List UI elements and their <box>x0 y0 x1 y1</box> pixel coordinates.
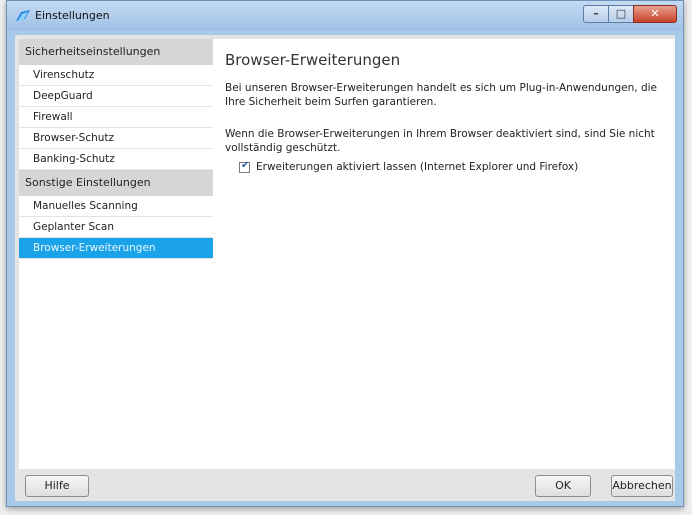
extensions-checkbox[interactable]: ✔ <box>239 160 250 173</box>
content-panel: Browser-Erweiterungen Bei unseren Browse… <box>213 39 675 469</box>
title-bar[interactable]: Einstellungen – □ ✕ <box>7 1 683 31</box>
window-title: Einstellungen <box>35 9 110 22</box>
sidebar-item-manuelles-scanning[interactable]: Manuelles Scanning <box>19 196 215 217</box>
sidebar-item-geplanter-scan[interactable]: Geplanter Scan <box>19 217 215 238</box>
minimize-icon: – <box>593 7 599 20</box>
sidebar-item-firewall[interactable]: Firewall <box>19 107 215 128</box>
sidebar-item-deepguard[interactable]: DeepGuard <box>19 86 215 107</box>
sidebar-item-browser-schutz[interactable]: Browser-Schutz <box>19 128 215 149</box>
sidebar: Sicherheitseinstellungen Virenschutz Dee… <box>19 39 215 469</box>
close-button[interactable]: ✕ <box>633 5 677 23</box>
maximize-button[interactable]: □ <box>608 5 634 23</box>
app-logo-icon <box>16 10 30 21</box>
close-icon: ✕ <box>650 7 660 20</box>
extensions-checkbox-label[interactable]: Erweiterungen aktiviert lassen (Internet… <box>256 161 578 173</box>
checkmark-icon: ✔ <box>241 160 250 171</box>
dialog-body: Sicherheitseinstellungen Virenschutz Dee… <box>15 35 675 501</box>
sidebar-section-other[interactable]: Sonstige Einstellungen <box>19 170 215 196</box>
settings-window: Einstellungen – □ ✕ Sicherheitseinstellu… <box>6 0 684 507</box>
maximize-icon: □ <box>615 7 627 20</box>
help-button[interactable]: Hilfe <box>25 475 89 497</box>
sidebar-section-security[interactable]: Sicherheitseinstellungen <box>19 39 215 65</box>
page-title: Browser-Erweiterungen <box>225 51 401 69</box>
description-text: Bei unseren Browser-Erweiterungen handel… <box>225 82 657 108</box>
sidebar-item-browser-erweiterungen[interactable]: Browser-Erweiterungen <box>19 238 215 259</box>
ok-button[interactable]: OK <box>535 475 591 497</box>
sidebar-item-banking-schutz[interactable]: Banking-Schutz <box>19 149 215 170</box>
sidebar-item-virenschutz[interactable]: Virenschutz <box>19 65 215 86</box>
cancel-button[interactable]: Abbrechen <box>611 475 673 497</box>
minimize-button[interactable]: – <box>583 5 609 23</box>
warning-text: Wenn die Browser-Erweiterungen in Ihrem … <box>225 128 655 154</box>
